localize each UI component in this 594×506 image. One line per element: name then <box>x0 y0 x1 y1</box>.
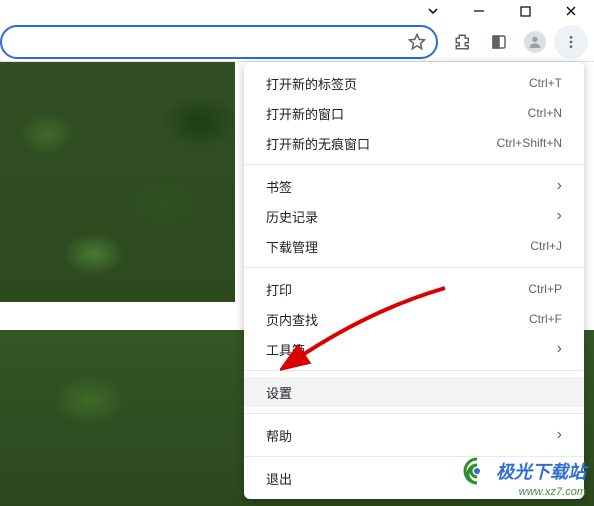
browser-toolbar <box>0 22 594 62</box>
menu-new-tab[interactable]: 打开新的标签页 Ctrl+T <box>244 68 584 98</box>
chevron-right-icon: › <box>557 178 562 194</box>
menu-item-shortcut: Ctrl+F <box>529 312 562 326</box>
menu-separator <box>244 164 584 165</box>
browser-menu: 打开新的标签页 Ctrl+T 打开新的窗口 Ctrl+N 打开新的无痕窗口 Ct… <box>244 62 584 499</box>
menu-help[interactable]: 帮助 › <box>244 420 584 450</box>
profile-avatar[interactable] <box>518 25 552 59</box>
menu-separator <box>244 370 584 371</box>
menu-item-label: 退出 <box>266 469 292 488</box>
menu-item-label: 页内查找 <box>266 310 318 329</box>
menu-item-label: 打开新的标签页 <box>266 74 357 93</box>
reader-icon[interactable] <box>482 25 516 59</box>
menu-item-label: 帮助 <box>266 426 292 445</box>
menu-history[interactable]: 历史记录 › <box>244 201 584 231</box>
window-controls <box>410 0 594 22</box>
menu-item-label: 历史记录 <box>266 207 318 226</box>
menu-item-shortcut: Ctrl+P <box>528 282 562 296</box>
address-bar[interactable] <box>0 25 438 59</box>
minimize-button[interactable] <box>456 0 502 22</box>
forest-image-top <box>0 62 235 302</box>
menu-settings[interactable]: 设置 <box>244 377 584 407</box>
menu-item-label: 打开新的无痕窗口 <box>266 134 370 153</box>
menu-print[interactable]: 打印 Ctrl+P <box>244 274 584 304</box>
toolbar-icons <box>444 25 594 59</box>
menu-find[interactable]: 页内查找 Ctrl+F <box>244 304 584 334</box>
menu-item-label: 下载管理 <box>266 237 318 256</box>
menu-item-shortcut: Ctrl+N <box>528 106 562 120</box>
menu-toolbox[interactable]: 工具箱 › <box>244 334 584 364</box>
menu-separator <box>244 413 584 414</box>
menu-item-label: 设置 <box>266 383 292 402</box>
menu-new-incognito[interactable]: 打开新的无痕窗口 Ctrl+Shift+N <box>244 128 584 158</box>
menu-item-label: 打开新的窗口 <box>266 104 344 123</box>
menu-new-window[interactable]: 打开新的窗口 Ctrl+N <box>244 98 584 128</box>
extensions-icon[interactable] <box>446 25 480 59</box>
chevron-right-icon: › <box>557 427 562 443</box>
menu-item-shortcut: Ctrl+T <box>529 76 562 90</box>
menu-item-label: 工具箱 <box>266 340 305 359</box>
menu-item-shortcut: Ctrl+J <box>530 239 562 253</box>
menu-item-label: 书签 <box>266 177 292 196</box>
menu-item-shortcut: Ctrl+Shift+N <box>497 136 562 150</box>
close-button[interactable] <box>548 0 594 22</box>
watermark-url: www.xz7.com <box>462 486 586 498</box>
watermark: 极光下载站 www.xz7.com <box>462 456 586 498</box>
bookmark-star-icon[interactable] <box>408 33 426 51</box>
menu-item-label: 打印 <box>266 280 292 299</box>
maximize-button[interactable] <box>502 0 548 22</box>
menu-separator <box>244 267 584 268</box>
chevron-right-icon: › <box>557 341 562 357</box>
more-menu-button[interactable] <box>554 25 588 59</box>
menu-downloads[interactable]: 下载管理 Ctrl+J <box>244 231 584 261</box>
watermark-text: 极光下载站 <box>496 458 586 484</box>
dropdown-icon[interactable] <box>410 0 456 22</box>
chevron-right-icon: › <box>557 208 562 224</box>
watermark-logo-icon <box>462 456 492 486</box>
menu-bookmarks[interactable]: 书签 › <box>244 171 584 201</box>
